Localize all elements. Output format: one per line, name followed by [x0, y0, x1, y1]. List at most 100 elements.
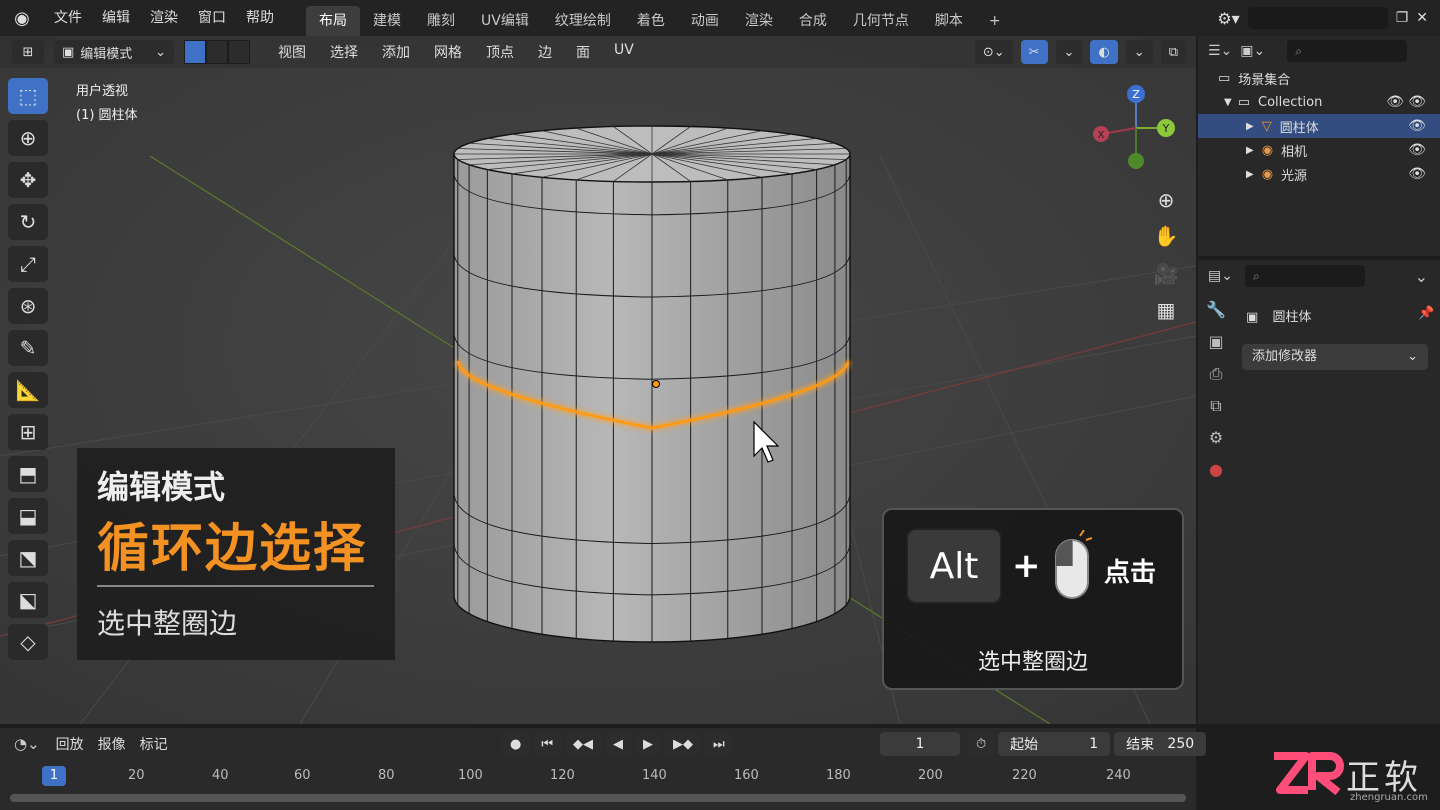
record-icon[interactable]: ● — [502, 732, 530, 756]
scene-name-field[interactable] — [1247, 7, 1388, 29]
menu-view[interactable]: 视图 — [266, 42, 318, 62]
select-box-tool-icon[interactable]: ⬚ — [8, 78, 48, 114]
knife-tool-icon[interactable]: ◇ — [8, 624, 48, 660]
menu-help[interactable]: 帮助 — [236, 0, 284, 36]
annotate-tool-icon[interactable]: ✎ — [8, 330, 48, 366]
options-dropdown-icon[interactable]: ⌄ — [1415, 267, 1428, 286]
jump-end-icon[interactable]: ⏭ — [705, 732, 733, 756]
bevel-tool-icon[interactable]: ⬔ — [8, 540, 48, 576]
scale-tool-icon[interactable]: ⤢ — [8, 246, 48, 282]
tab-shading[interactable]: 着色 — [624, 6, 678, 36]
menu-uv[interactable]: UV — [602, 42, 646, 62]
menu-edge[interactable]: 边 — [526, 42, 564, 62]
menu-add[interactable]: 添加 — [370, 42, 422, 62]
ortho-grid-icon[interactable]: ▦ — [1150, 294, 1182, 326]
menu-select[interactable]: 选择 — [318, 42, 370, 62]
outliner-row-scene[interactable]: ▭ 场景集合 — [1198, 66, 1440, 90]
frame-ruler[interactable]: 1 20 40 60 80 100 120 140 160 180 200 22… — [0, 764, 1196, 788]
add-workspace-button[interactable]: + — [976, 6, 1014, 36]
pivot-icon[interactable]: ⊙⌄ — [974, 40, 1013, 64]
blender-logo-icon[interactable]: ◉ — [0, 8, 44, 29]
world-tab-icon[interactable]: ● — [1209, 460, 1223, 482]
keying-menu[interactable]: 报像 — [98, 734, 126, 754]
outliner-row-cylinder[interactable]: ▶ ▽ 圆柱体 👁 — [1198, 114, 1440, 138]
pan-hand-icon[interactable]: ✋ — [1150, 220, 1182, 252]
vertex-select-button[interactable] — [184, 40, 206, 64]
tab-scripting[interactable]: 脚本 — [922, 6, 976, 36]
add-modifier-dropdown[interactable]: 添加修改器 ⌄ — [1242, 344, 1428, 370]
playhead[interactable]: 1 — [42, 766, 66, 786]
display-mode-icon[interactable]: ▣⌄ — [1240, 43, 1265, 59]
zoom-icon[interactable]: ⊕ — [1150, 184, 1182, 216]
pin-icon[interactable]: 📌 — [1418, 306, 1434, 321]
expand-arrow-icon[interactable]: ▶ — [1246, 121, 1254, 132]
cursor-tool-icon[interactable]: ⊕ — [8, 120, 48, 156]
expand-arrow-icon[interactable]: ▶ — [1246, 145, 1254, 156]
close-scene-icon[interactable]: ✕ — [1416, 10, 1428, 26]
view-layer-tab-icon[interactable]: ⧉ — [1210, 396, 1221, 418]
tab-animation[interactable]: 动画 — [678, 6, 732, 36]
outliner-editor-icon[interactable]: ☰⌄ — [1208, 43, 1232, 59]
outliner-search-input[interactable]: ⌕ — [1287, 40, 1408, 62]
tab-modeling[interactable]: 建模 — [360, 6, 414, 36]
extrude-tool-icon[interactable]: ⬒ — [8, 456, 48, 492]
menu-mesh[interactable]: 网格 — [422, 42, 474, 62]
rotate-tool-icon[interactable]: ↻ — [8, 204, 48, 240]
timeline-scrollbar[interactable] — [10, 794, 1186, 802]
outliner-row-collection[interactable]: ▼ ▭ Collection 👁 👁 — [1198, 90, 1440, 114]
timeline-editor-icon[interactable]: ◔⌄ — [14, 735, 40, 753]
tab-rendering[interactable]: 渲染 — [732, 6, 786, 36]
render-visibility-icon[interactable]: 👁 — [1408, 94, 1426, 110]
measure-tool-icon[interactable]: 📐 — [8, 372, 48, 408]
xray-icon[interactable]: ⧉ — [1160, 40, 1186, 64]
menu-edit[interactable]: 编辑 — [92, 0, 140, 36]
menu-render[interactable]: 渲染 — [140, 0, 188, 36]
mode-dropdown[interactable]: ▣ 编辑模式 ⌄ — [54, 40, 174, 64]
loop-cut-tool-icon[interactable]: ⬕ — [8, 582, 48, 618]
jump-start-icon[interactable]: ⏮ — [533, 732, 562, 756]
properties-editor-icon[interactable]: ▤⌄ — [1208, 268, 1233, 284]
overlays-icon[interactable]: ◐ — [1090, 40, 1118, 64]
expand-arrow-icon[interactable]: ▶ — [1246, 169, 1254, 180]
snap-icon[interactable]: ✂ — [1020, 40, 1048, 64]
scene-tab-icon[interactable]: ⚙ — [1209, 428, 1223, 450]
copy-scene-icon[interactable]: ❐ — [1396, 10, 1409, 26]
play-reverse-icon[interactable]: ◀ — [605, 732, 632, 756]
tool-tab-icon[interactable]: 🔧 — [1206, 300, 1226, 322]
overlays-dropdown-icon[interactable]: ⌄ — [1125, 40, 1153, 64]
render-tab-icon[interactable]: ▣ — [1208, 332, 1223, 354]
snap-dropdown-icon[interactable]: ⌄ — [1055, 40, 1083, 64]
editor-type-icon[interactable]: ⊞ — [12, 40, 44, 64]
scene-icon[interactable]: ⚙▾ — [1217, 9, 1239, 28]
stopwatch-icon[interactable]: ⏱ — [968, 732, 995, 756]
prev-keyframe-icon[interactable]: ◆◀ — [565, 732, 602, 756]
tab-compositing[interactable]: 合成 — [786, 6, 840, 36]
camera-view-icon[interactable]: 🎥 — [1150, 258, 1182, 290]
cylinder-mesh[interactable] — [453, 125, 851, 643]
menu-file[interactable]: 文件 — [44, 0, 92, 36]
3d-viewport[interactable]: Z Y X ⊞ ▣ 编辑模式 ⌄ 视图 选择 添加 网格 顶点 边 面 UV ⊙… — [0, 36, 1196, 724]
inset-tool-icon[interactable]: ⬓ — [8, 498, 48, 534]
transform-tool-icon[interactable]: ⊛ — [8, 288, 48, 324]
outliner-row-light[interactable]: ▶ ◉ 光源 👁 — [1198, 162, 1440, 186]
move-tool-icon[interactable]: ✥ — [8, 162, 48, 198]
start-frame-field[interactable]: 起始 1 — [998, 732, 1111, 756]
add-cube-tool-icon[interactable]: ⊞ — [8, 414, 48, 450]
visibility-icon[interactable]: 👁 — [1386, 94, 1404, 110]
playback-menu[interactable]: 回放 — [56, 734, 84, 754]
menu-vertex[interactable]: 顶点 — [474, 42, 526, 62]
tab-uv-editing[interactable]: UV编辑 — [468, 6, 542, 36]
face-select-button[interactable] — [228, 40, 250, 64]
tab-layout[interactable]: 布局 — [306, 6, 360, 36]
play-icon[interactable]: ▶ — [635, 732, 662, 756]
current-frame-field[interactable]: 1 — [880, 732, 960, 756]
outliner-row-camera[interactable]: ▶ ◉ 相机 👁 — [1198, 138, 1440, 162]
next-keyframe-icon[interactable]: ▶◆ — [665, 732, 702, 756]
tab-sculpting[interactable]: 雕刻 — [414, 6, 468, 36]
menu-face[interactable]: 面 — [564, 42, 602, 62]
tab-geometry-nodes[interactable]: 几何节点 — [840, 6, 922, 36]
visibility-icon[interactable]: 👁 — [1408, 118, 1426, 134]
end-frame-field[interactable]: 结束 250 — [1114, 732, 1207, 756]
menu-window[interactable]: 窗口 — [188, 0, 236, 36]
visibility-icon[interactable]: 👁 — [1408, 166, 1426, 182]
